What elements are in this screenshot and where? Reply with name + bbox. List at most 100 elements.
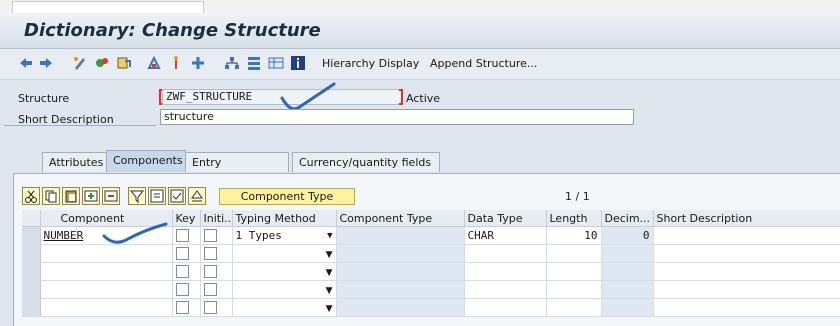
initial-checkbox[interactable] — [203, 283, 217, 297]
data-type-cell[interactable] — [464, 262, 547, 281]
key-cell[interactable] — [172, 262, 201, 281]
detail-icon[interactable] — [148, 187, 166, 205]
column-header-decimals[interactable]: Decim... — [601, 210, 654, 227]
key-cell[interactable] — [172, 226, 201, 245]
hierarchy-icon[interactable] — [224, 55, 240, 71]
typing-method-cell[interactable]: ▼ — [232, 244, 337, 263]
decimals-cell[interactable] — [601, 262, 654, 281]
row-selector[interactable] — [22, 226, 41, 245]
length-cell[interactable]: 10 — [546, 226, 602, 245]
insert-row-icon[interactable] — [82, 187, 100, 205]
object-list-icon[interactable] — [190, 55, 206, 71]
cut-icon[interactable] — [22, 187, 40, 205]
dropdown-arrow-icon[interactable]: ▼ — [326, 250, 333, 260]
sort-icon[interactable] — [188, 187, 206, 205]
initial-checkbox[interactable] — [203, 301, 217, 315]
dropdown-arrow-icon[interactable]: ▼ — [326, 286, 333, 296]
navigation-icon[interactable] — [168, 55, 184, 71]
delete-row-icon[interactable] — [102, 187, 120, 205]
where-used-icon[interactable] — [146, 55, 162, 71]
key-cell[interactable] — [172, 298, 201, 317]
column-header-length[interactable]: Length — [546, 210, 602, 227]
short-description-cell[interactable] — [653, 298, 840, 317]
typing-method-cell[interactable]: 1 Types ▼ — [232, 226, 337, 245]
length-cell[interactable] — [546, 262, 602, 281]
row-selector[interactable] — [22, 298, 41, 317]
length-cell[interactable] — [546, 244, 602, 263]
initial-cell[interactable] — [200, 262, 233, 281]
short-description-cell[interactable] — [653, 226, 840, 245]
component-cell[interactable] — [40, 262, 173, 281]
component-type-cell[interactable] — [336, 226, 465, 245]
column-header-short-description[interactable]: Short Description — [653, 210, 840, 227]
typing-method-cell[interactable]: ▼ — [232, 280, 337, 299]
dropdown-arrow-icon[interactable]: ▼ — [326, 268, 333, 278]
key-checkbox[interactable] — [175, 229, 189, 243]
short-description-field[interactable]: structure — [160, 109, 634, 125]
typing-method-cell[interactable]: ▼ — [232, 298, 337, 317]
key-cell[interactable] — [172, 244, 201, 263]
key-checkbox[interactable] — [175, 247, 189, 261]
key-checkbox[interactable] — [175, 283, 189, 297]
tab-attributes[interactable]: Attributes — [42, 152, 108, 172]
column-header-component-type[interactable]: Component Type — [336, 210, 465, 227]
data-type-cell[interactable] — [464, 280, 547, 299]
row-selector-header[interactable] — [22, 210, 41, 227]
key-checkbox[interactable] — [175, 301, 189, 315]
display-change-icon[interactable] — [72, 55, 88, 71]
dropdown-arrow-icon[interactable]: ▼ — [327, 231, 332, 241]
component-type-button[interactable]: Component Type — [219, 188, 355, 205]
hierarchy-display-button[interactable]: Hierarchy Display — [322, 57, 419, 70]
tab-currency-quantity-fields[interactable]: Currency/quantity fields — [292, 152, 440, 172]
activate-icon[interactable] — [116, 55, 132, 71]
initial-cell[interactable] — [200, 298, 233, 317]
copy-icon[interactable] — [42, 187, 60, 205]
append-structure-button[interactable]: Append Structure... — [430, 57, 537, 70]
length-cell[interactable] — [546, 280, 602, 299]
filter-icon[interactable] — [128, 187, 146, 205]
decimals-cell[interactable] — [601, 298, 654, 317]
key-checkbox[interactable] — [175, 265, 189, 279]
decimals-cell[interactable] — [601, 280, 654, 299]
dropdown-arrow-icon[interactable]: ▼ — [326, 304, 333, 314]
other-object-icon[interactable] — [94, 55, 110, 71]
paste-icon[interactable] — [62, 187, 80, 205]
decimals-cell[interactable] — [601, 244, 654, 263]
short-description-cell[interactable] — [653, 244, 840, 263]
row-selector[interactable] — [22, 262, 41, 281]
short-description-cell[interactable] — [653, 262, 840, 281]
column-header-typing-method[interactable]: Typing Method — [232, 210, 337, 227]
initial-checkbox[interactable] — [203, 265, 217, 279]
column-header-data-type[interactable]: Data Type — [464, 210, 547, 227]
component-type-cell[interactable] — [336, 298, 465, 317]
forward-arrow-icon[interactable] — [38, 55, 54, 71]
initial-cell[interactable] — [200, 280, 233, 299]
column-header-key[interactable]: Key — [172, 210, 201, 227]
component-type-cell[interactable] — [336, 262, 465, 281]
data-type-cell[interactable]: CHAR — [464, 226, 547, 245]
initial-cell[interactable] — [200, 244, 233, 263]
component-type-cell[interactable] — [336, 280, 465, 299]
info-icon[interactable] — [290, 55, 306, 71]
row-selector[interactable] — [22, 244, 41, 263]
initial-checkbox[interactable] — [203, 229, 217, 243]
table-icon[interactable] — [268, 55, 284, 71]
data-type-cell[interactable] — [464, 298, 547, 317]
length-cell[interactable] — [546, 298, 602, 317]
column-header-initial[interactable]: Initi... — [200, 210, 233, 227]
component-cell[interactable] — [40, 280, 173, 299]
key-cell[interactable] — [172, 280, 201, 299]
component-cell[interactable] — [40, 298, 173, 317]
select-all-icon[interactable] — [168, 187, 186, 205]
component-cell[interactable] — [40, 244, 173, 263]
component-type-cell[interactable] — [336, 244, 465, 263]
data-type-cell[interactable] — [464, 244, 547, 263]
initial-cell[interactable] — [200, 226, 233, 245]
typing-method-cell[interactable]: ▼ — [232, 262, 337, 281]
back-arrow-icon[interactable] — [18, 55, 34, 71]
short-description-cell[interactable] — [653, 280, 840, 299]
initial-checkbox[interactable] — [203, 247, 217, 261]
documentation-icon[interactable] — [246, 55, 262, 71]
tab-components[interactable]: Components — [106, 150, 186, 172]
tab-entry-help-check[interactable]: Entry help/check — [185, 152, 289, 189]
